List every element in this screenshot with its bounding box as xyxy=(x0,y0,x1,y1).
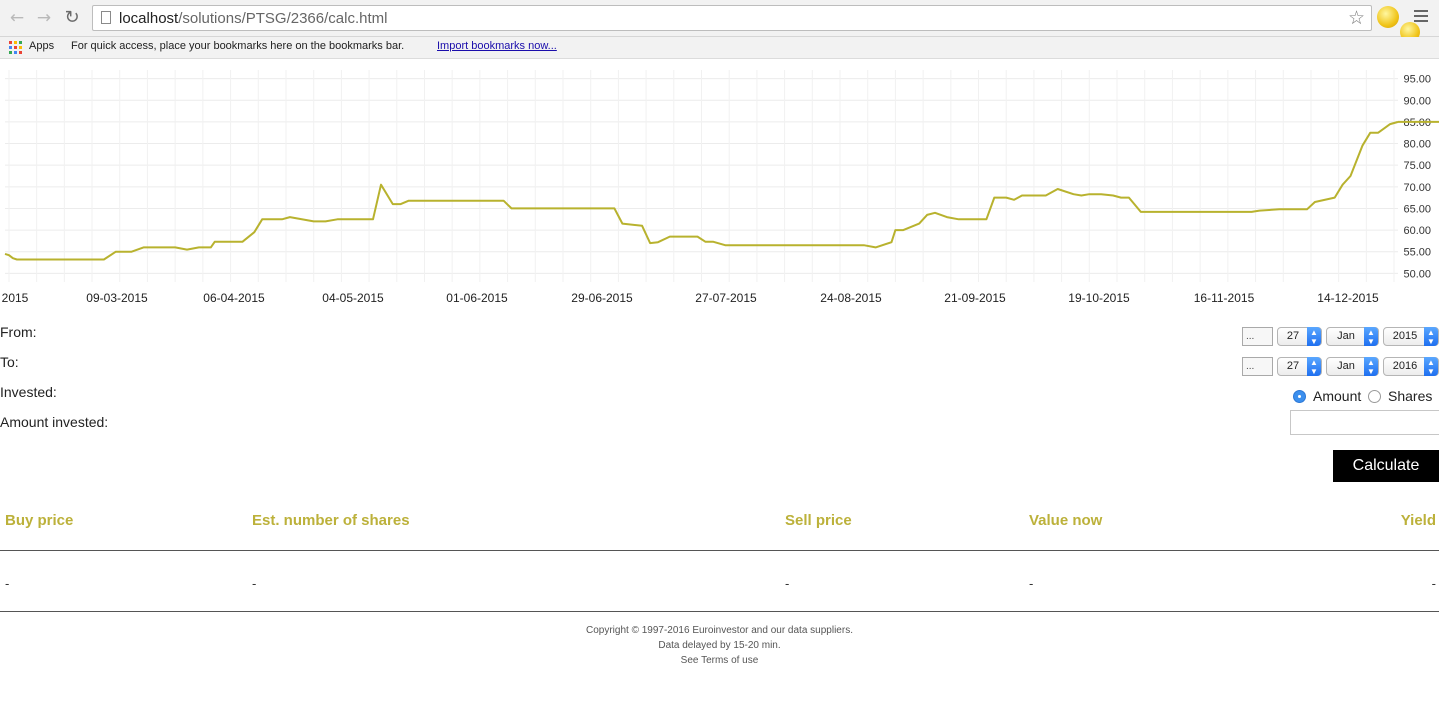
from-month-select[interactable]: Jan ▲ ▼ xyxy=(1326,327,1379,346)
x-tick-label: 21-09-2015 xyxy=(944,291,1006,305)
to-day-value: 27 xyxy=(1286,360,1300,372)
x-tick-label: 27-07-2015 xyxy=(695,291,757,305)
x-tick-label: 04-05-2015 xyxy=(322,291,384,305)
page-icon xyxy=(101,11,111,24)
x-tick-label: 14-12-2015 xyxy=(1317,291,1379,305)
to-label: To: xyxy=(0,354,19,370)
apps-grid-icon[interactable] xyxy=(9,41,22,54)
x-tick-label: 16-11-2015 xyxy=(1194,291,1255,305)
y-tick-label: 50.00 xyxy=(1403,268,1431,280)
y-tick-label: 90.00 xyxy=(1403,95,1431,107)
select-arrows-icon: ▲ ▼ xyxy=(1424,327,1438,346)
buy-price-value: - xyxy=(5,576,10,591)
select-arrows-icon: ▲ ▼ xyxy=(1307,357,1321,376)
to-day-select[interactable]: 27 ▲ ▼ xyxy=(1277,357,1322,376)
header-divider xyxy=(0,550,1439,551)
copyright-text: Copyright © 1997-2016 Euroinvestor and o… xyxy=(586,625,853,636)
price-chart-svg: 95.0090.0085.0080.0075.0070.0065.0060.00… xyxy=(2,70,1439,305)
y-tick-label: 60.00 xyxy=(1403,225,1431,237)
address-bar[interactable]: localhost/solutions/PTSG/2366/calc.html … xyxy=(92,5,1372,31)
bookmark-star-icon[interactable]: ☆ xyxy=(1348,7,1365,29)
to-month-select[interactable]: Jan ▲ ▼ xyxy=(1326,357,1379,376)
x-tick-label: 2015 xyxy=(2,291,29,305)
y-tick-label: 95.00 xyxy=(1403,74,1431,86)
url-text[interactable]: localhost/solutions/PTSG/2366/calc.html xyxy=(119,10,387,27)
yield-value: - xyxy=(1431,576,1436,591)
select-arrows-icon: ▲ ▼ xyxy=(1424,357,1438,376)
shares-estimate-value: - xyxy=(252,576,257,591)
from-label: From: xyxy=(0,324,37,340)
x-tick-label: 01-06-2015 xyxy=(446,291,508,305)
x-tick-label: 29-06-2015 xyxy=(571,291,633,305)
y-tick-label: 80.00 xyxy=(1403,139,1431,151)
invested-label: Invested: xyxy=(0,384,57,400)
bookmarks-hint: For quick access, place your bookmarks h… xyxy=(71,40,405,52)
buy-price-header: Buy price xyxy=(5,512,74,529)
bookmarks-bar: Apps For quick access, place your bookma… xyxy=(0,37,1439,59)
url-path: /solutions/PTSG/2366/calc.html xyxy=(178,10,388,27)
x-tick-label: 24-08-2015 xyxy=(820,291,882,305)
select-arrows-icon: ▲ ▼ xyxy=(1364,357,1378,376)
back-arrow-icon[interactable]: ← xyxy=(7,8,27,28)
x-tick-label: 06-04-2015 xyxy=(203,291,265,305)
from-year-select[interactable]: 2015 ▲ ▼ xyxy=(1383,327,1439,346)
from-calendar-image[interactable]: ... xyxy=(1242,327,1273,346)
to-year-value: 2016 xyxy=(1392,360,1418,372)
amount-radio[interactable] xyxy=(1293,390,1306,403)
from-month-value: Jan xyxy=(1337,330,1355,342)
select-arrows-icon: ▲ ▼ xyxy=(1307,327,1321,346)
reload-icon[interactable]: ↻ xyxy=(62,8,82,28)
sell-price-header: Sell price xyxy=(785,512,852,529)
forward-arrow-icon[interactable]: → xyxy=(34,8,54,28)
browser-toolbar: ← → ↻ localhost/solutions/PTSG/2366/calc… xyxy=(0,0,1439,42)
footer: Copyright © 1997-2016 Euroinvestor and o… xyxy=(0,623,1439,668)
from-day-select[interactable]: 27 ▲ ▼ xyxy=(1277,327,1322,346)
from-year-value: 2015 xyxy=(1392,330,1418,342)
y-tick-label: 55.00 xyxy=(1403,247,1431,259)
calculate-button[interactable]: Calculate xyxy=(1333,450,1439,482)
apps-link[interactable]: Apps xyxy=(29,40,54,52)
value-now-header: Value now xyxy=(1029,512,1103,529)
yield-header: Yield xyxy=(1400,512,1436,529)
y-tick-label: 65.00 xyxy=(1403,203,1431,215)
delay-note: Data delayed by 15-20 min. xyxy=(658,640,781,651)
amount-invested-label: Amount invested: xyxy=(0,414,109,430)
amount-invested-input[interactable] xyxy=(1290,410,1439,435)
value-now-value: - xyxy=(1029,576,1034,591)
x-tick-label: 19-10-2015 xyxy=(1068,291,1130,305)
extension-smiley-icon[interactable] xyxy=(1377,6,1399,28)
amount-radio-label[interactable]: Amount xyxy=(1313,388,1361,404)
shares-radio-label[interactable]: Shares xyxy=(1388,388,1432,404)
y-tick-label: 70.00 xyxy=(1403,182,1431,194)
import-bookmarks-link[interactable]: Import bookmarks now... xyxy=(437,40,557,52)
y-tick-label: 75.00 xyxy=(1403,160,1431,172)
invested-radio-group: Amount Shares xyxy=(1293,388,1439,406)
url-host: localhost xyxy=(119,10,179,27)
table-bottom-divider xyxy=(0,611,1439,612)
x-tick-label: 09-03-2015 xyxy=(86,291,148,305)
to-year-select[interactable]: 2016 ▲ ▼ xyxy=(1383,357,1439,376)
to-month-value: Jan xyxy=(1337,360,1355,372)
from-day-value: 27 xyxy=(1286,330,1300,342)
sell-price-value: - xyxy=(785,576,790,591)
select-arrows-icon: ▲ ▼ xyxy=(1364,327,1378,346)
menu-icon[interactable] xyxy=(1414,10,1428,24)
to-calendar-image[interactable]: ... xyxy=(1242,357,1273,376)
shares-radio[interactable] xyxy=(1368,390,1381,403)
terms-link[interactable]: See Terms of use xyxy=(0,653,1439,668)
shares-estimate-header: Est. number of shares xyxy=(252,512,410,529)
price-chart: 95.0090.0085.0080.0075.0070.0065.0060.00… xyxy=(0,62,1439,312)
